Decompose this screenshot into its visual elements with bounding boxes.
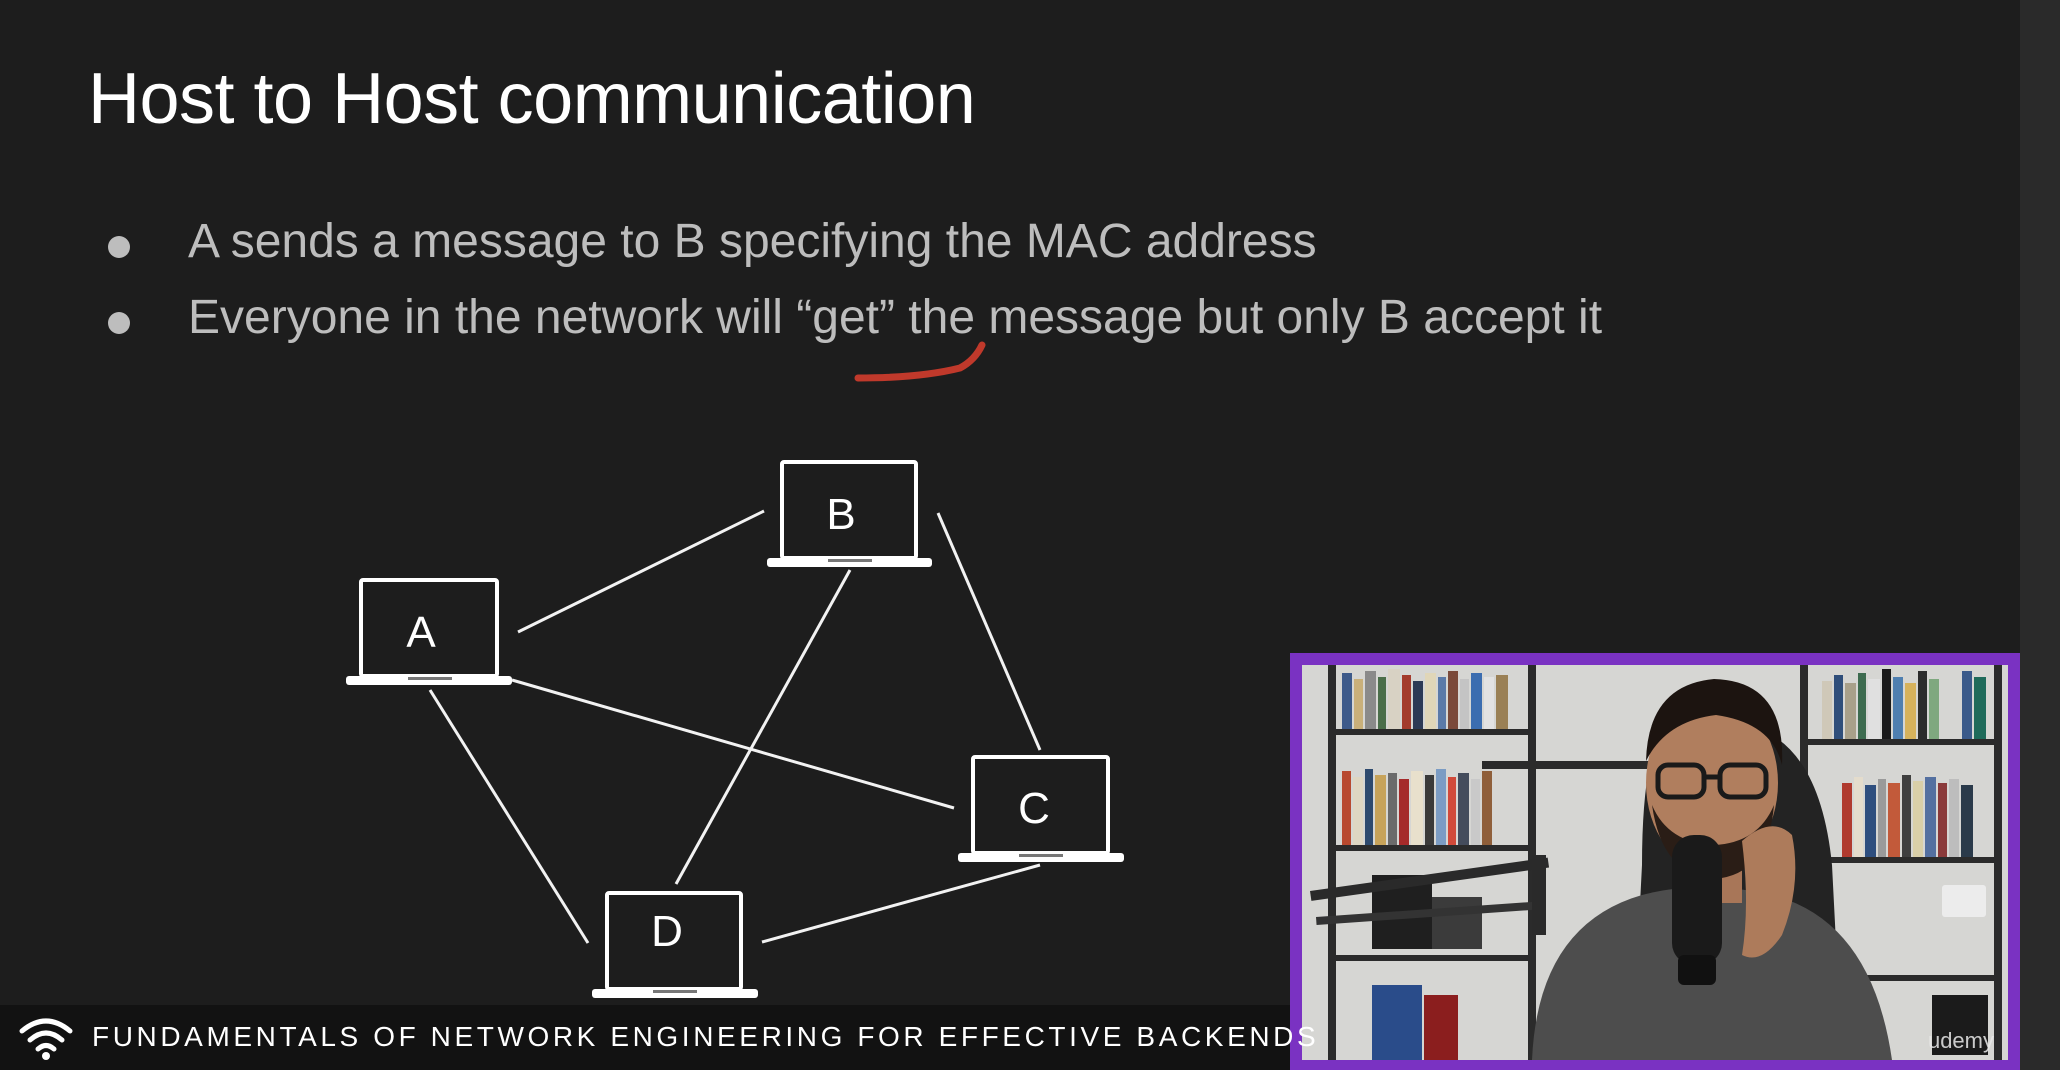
link-b-c: [936, 512, 1042, 751]
network-diagram: A B C D: [346, 341, 1124, 998]
diagram-links: [428, 509, 1042, 944]
host-label: B: [826, 490, 855, 539]
course-title: FUNDAMENTALS OF NETWORK ENGINEERING FOR …: [92, 1021, 1320, 1052]
host-label: C: [1018, 784, 1050, 833]
link-d-c: [761, 863, 1041, 944]
underline-annotation: [854, 341, 986, 382]
host-label: A: [406, 608, 436, 657]
host-a-laptop-icon: A: [346, 578, 512, 685]
host-b-laptop-icon: B: [767, 460, 932, 567]
link-b-d: [674, 569, 852, 885]
link-a-c: [511, 678, 955, 810]
presenter-video-frame: [1302, 665, 2008, 1060]
host-c-laptop-icon: C: [958, 755, 1124, 862]
link-a-b: [517, 509, 765, 634]
webcam-overlay: udemy: [1290, 653, 2020, 1070]
link-a-d: [428, 689, 590, 944]
right-gutter: [2020, 0, 2060, 1070]
webcam-video: udemy: [1302, 665, 2008, 1060]
course-title-bar: FUNDAMENTALS OF NETWORK ENGINEERING FOR …: [0, 1005, 1316, 1070]
wifi-icon: [19, 1018, 73, 1060]
host-label: D: [651, 907, 683, 956]
udemy-watermark: udemy: [1927, 1028, 1994, 1053]
host-d-laptop-icon: D: [592, 891, 758, 998]
